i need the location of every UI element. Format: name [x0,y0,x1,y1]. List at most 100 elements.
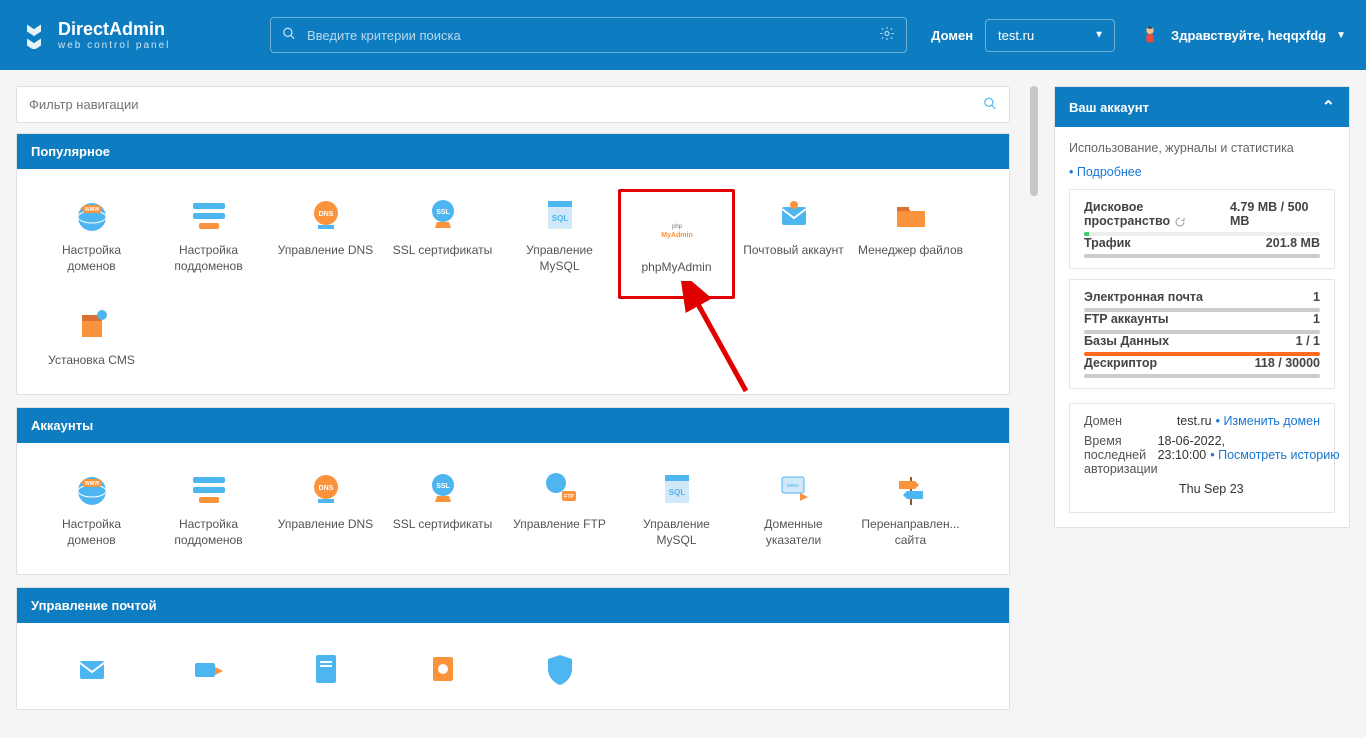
doc-icon [306,649,346,689]
mail-icon [774,195,814,235]
domain-value: test.ru [998,28,1034,43]
desc-val: 118 / 30000 [1255,356,1320,370]
phpmyadmin-icon: php MyAdmin [657,212,697,252]
svg-text:WWW: WWW [84,207,98,213]
logo-title: DirectAdmin [58,19,170,40]
traffic-val: 201.8 MB [1266,236,1320,250]
info-domain-val: test.ru [1177,414,1212,428]
email-val: 1 [1313,290,1320,304]
refresh-icon [1174,216,1186,228]
ftp-icon: FTP [540,469,580,509]
svg-text:www.: www. [787,483,799,489]
nav-filter-input[interactable] [17,87,1009,122]
item-dns-manage[interactable]: DNSУправление DNS [267,463,384,554]
ftp-val: 1 [1313,312,1320,326]
chevron-down-icon: ▼ [1336,30,1346,41]
more-link[interactable]: Подробнее [1069,165,1142,179]
sign-icon [891,469,931,509]
change-domain-link[interactable]: Изменить домен [1216,414,1320,428]
item-domain-pointers[interactable]: www.Доменные указатели [735,463,852,554]
svg-text:SQL: SQL [668,488,685,497]
pointer-icon: www. [774,469,814,509]
email-label: Электронная почта [1084,290,1203,304]
disk-val: 4.79 MB / 500 MB [1230,200,1320,228]
desc-label: Дескриптор [1084,356,1157,370]
logo-icon [20,21,48,49]
history-link[interactable]: Посмотреть историю [1210,448,1339,462]
item-phpmyadmin[interactable]: php MyAdminphp MyAdmin [618,189,735,299]
ssl-icon: SSL [423,469,463,509]
item-mail-account[interactable]: Почтовый аккаунт [735,189,852,299]
item-cms-install[interactable]: Установка CMS [33,299,150,375]
logo-subtitle: web control panel [58,40,170,51]
filter-icon [423,649,463,689]
user-menu[interactable]: Здравствуйте, heqqxfdg ▼ [1139,24,1346,46]
svg-text:DNS: DNS [318,211,333,218]
traffic-label: Трафик [1084,236,1131,250]
domain-dropdown[interactable]: test.ru ▼ [985,19,1115,52]
dns-icon: DNS [306,195,346,235]
info-lastauth-label: Время последней авторизации [1084,434,1158,476]
search-icon [282,27,296,44]
disk-label: Дисковое пространство [1084,200,1170,228]
mail-icon [72,649,112,689]
globe-www-icon: WWW [72,469,112,509]
chevron-up-icon[interactable]: ⌃ [1322,97,1335,117]
svg-text:php: php [671,224,682,230]
account-panel-title: Ваш аккаунт [1069,100,1149,115]
info-date-val: Thu Sep 23 [1179,482,1244,496]
svg-text:MyAdmin: MyAdmin [661,232,693,239]
search-icon [983,96,997,113]
item-ssl-certs[interactable]: SSLSSL сертификаты [384,463,501,554]
item-mail-5[interactable] [501,643,618,703]
avatar-icon [1139,24,1161,46]
item-file-manager[interactable]: Менеджер файлов [852,189,969,299]
item-domain-setup[interactable]: WWWНастройка доменов [33,189,150,299]
item-subdomain-setup[interactable]: Настройка поддоменов [150,189,267,299]
db-label: Базы Данных [1084,334,1169,348]
ssl-icon: SSL [423,195,463,235]
svg-text:SSL: SSL [436,209,450,216]
user-greeting: Здравствуйте, heqqxfdg [1171,28,1326,43]
svg-text:WWW: WWW [84,481,98,487]
item-mail-1[interactable] [33,643,150,703]
item-dns-manage[interactable]: DNSУправление DNS [267,189,384,299]
logo[interactable]: DirectAdmin web control panel [20,19,270,51]
section-mail-title: Управление почтой [17,588,1009,623]
search-input[interactable] [270,17,907,53]
domain-label: Домен [931,28,973,43]
sql-icon: SQL [657,469,697,509]
mail-forward-icon [189,649,229,689]
box-icon [72,305,112,345]
item-domain-setup[interactable]: WWWНастройка доменов [33,463,150,554]
folder-icon [891,195,931,235]
db-val: 1 / 1 [1296,334,1320,348]
dns-icon: DNS [306,469,346,509]
shield-icon [540,649,580,689]
svg-text:SQL: SQL [551,214,568,223]
item-mail-2[interactable] [150,643,267,703]
item-site-redirect[interactable]: Перенаправлен... сайта [852,463,969,554]
subdomain-icon [189,469,229,509]
ftp-label: FTP аккаунты [1084,312,1169,326]
item-ssl-certs[interactable]: SSLSSL сертификаты [384,189,501,299]
scrollbar[interactable] [1030,86,1038,722]
svg-text:SSL: SSL [436,483,450,490]
section-popular-title: Популярное [17,134,1009,169]
subdomain-icon [189,195,229,235]
section-accounts-title: Аккаунты [17,408,1009,443]
item-mysql-manage[interactable]: SQLУправление MySQL [618,463,735,554]
svg-text:FTP: FTP [564,494,574,500]
item-subdomain-setup[interactable]: Настройка поддоменов [150,463,267,554]
sql-icon: SQL [540,195,580,235]
gear-icon[interactable] [879,26,895,45]
item-mail-4[interactable] [384,643,501,703]
item-mail-3[interactable] [267,643,384,703]
svg-text:DNS: DNS [318,485,333,492]
chevron-down-icon: ▼ [1094,30,1104,41]
info-domain-label: Домен [1084,414,1177,428]
globe-www-icon: WWW [72,195,112,235]
item-mysql-manage[interactable]: SQLУправление MySQL [501,189,618,299]
item-ftp-manage[interactable]: FTPУправление FTP [501,463,618,554]
account-subtitle: Использование, журналы и статистика [1069,141,1335,155]
